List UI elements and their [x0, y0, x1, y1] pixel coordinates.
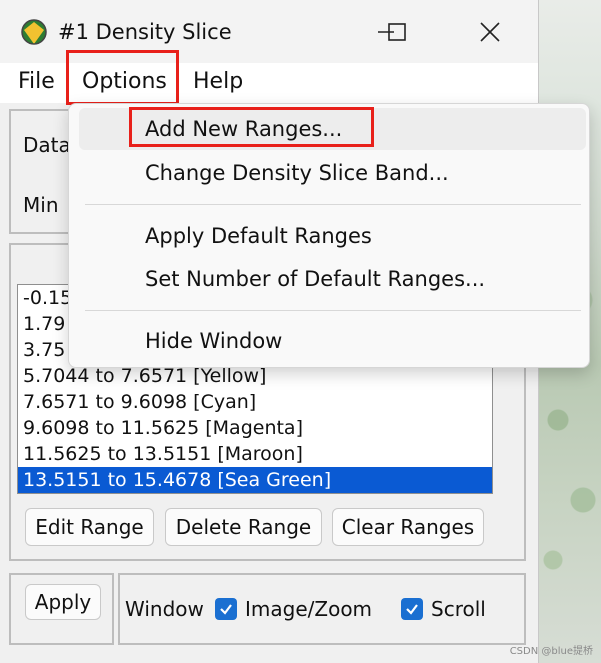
watermark: CSDN @blue提桥	[509, 646, 593, 657]
min-label: Min	[23, 193, 59, 217]
add-new-ranges-highlight-box	[129, 107, 374, 147]
delete-range-button[interactable]: Delete Range	[165, 508, 322, 546]
options-highlight-box	[66, 50, 179, 105]
menu-file[interactable]: File	[18, 69, 55, 94]
list-item[interactable]: 7.6571 to 9.6098 [Cyan]	[18, 389, 492, 415]
menu-separator	[85, 310, 581, 311]
menu-help[interactable]: Help	[193, 69, 243, 94]
image-zoom-checkbox[interactable]	[215, 598, 237, 620]
edit-range-button[interactable]: Edit Range	[25, 508, 154, 546]
menu-separator	[85, 204, 581, 205]
window-title: #1 Density Slice	[58, 20, 232, 44]
list-item[interactable]: 11.5625 to 13.5151 [Maroon]	[18, 441, 492, 467]
apply-button[interactable]: Apply	[25, 584, 101, 620]
clear-ranges-button[interactable]: Clear Ranges	[332, 508, 484, 546]
maximize-button[interactable]	[377, 14, 417, 50]
list-item-selected[interactable]: 13.5151 to 15.4678 [Sea Green]	[18, 467, 492, 493]
list-item[interactable]: 9.6098 to 11.5625 [Magenta]	[18, 415, 492, 441]
menu-item-set-number-of-default-ranges[interactable]: Set Number of Default Ranges...	[79, 258, 586, 300]
scroll-label[interactable]: Scroll	[431, 597, 486, 621]
menu-item-change-density-slice-band[interactable]: Change Density Slice Band...	[79, 152, 586, 194]
image-zoom-label[interactable]: Image/Zoom	[245, 597, 372, 621]
menu-item-apply-default-ranges[interactable]: Apply Default Ranges	[79, 215, 586, 257]
scroll-checkbox[interactable]	[401, 598, 423, 620]
menu-item-hide-window[interactable]: Hide Window	[79, 320, 586, 362]
close-button[interactable]	[470, 14, 510, 50]
data-label: Data	[23, 133, 71, 157]
window-label: Window	[125, 597, 204, 621]
app-logo-icon	[20, 18, 48, 46]
